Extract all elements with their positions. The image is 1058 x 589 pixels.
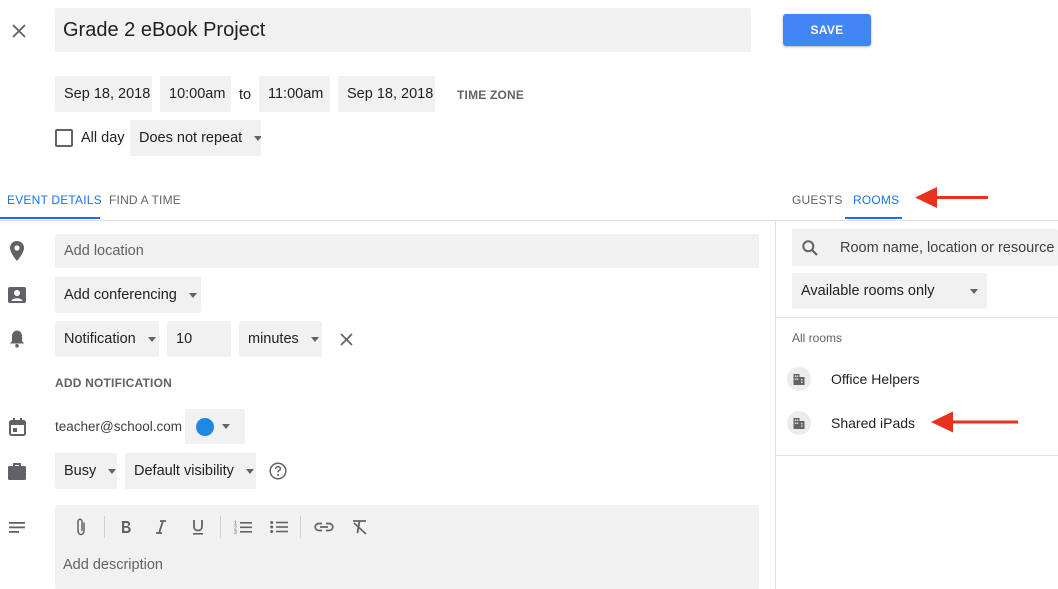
calendar-icon (6, 416, 28, 438)
save-label: SAVE (810, 23, 844, 37)
bell-icon (6, 328, 28, 350)
to-label: to (239, 87, 252, 103)
building-icon (787, 367, 811, 391)
description-placeholder: Add description (63, 557, 163, 573)
save-button[interactable]: SAVE (783, 14, 871, 46)
panel-divider (775, 220, 776, 589)
add-notification-button[interactable]: ADD NOTIFICATION (55, 376, 172, 390)
notification-amount-text: 10 (176, 331, 193, 347)
start-time-field[interactable]: 10:00am (160, 76, 231, 112)
chevron-down-icon (245, 468, 254, 474)
room-item-shared-ipads[interactable]: Shared iPads (787, 411, 915, 435)
color-swatch (196, 417, 214, 436)
help-icon[interactable] (267, 460, 289, 482)
time-zone-button[interactable]: TIME ZONE (457, 88, 524, 102)
calendar-owner: teacher@school.com (55, 419, 183, 434)
tabs-divider (0, 220, 1058, 221)
chevron-down-icon (108, 468, 117, 474)
title-text: Grade 2 eBook Project (63, 18, 266, 41)
tab-find-a-time[interactable]: FIND A TIME (109, 193, 181, 207)
clear-formatting-icon[interactable] (349, 516, 371, 538)
rooms-tab-indicator (845, 217, 902, 219)
chevron-down-icon (310, 336, 319, 342)
tab-active-indicator (0, 217, 100, 219)
briefcase-icon (6, 460, 28, 482)
toolbar-separator (220, 516, 221, 538)
remove-notification-icon[interactable] (335, 328, 357, 350)
tab-guests[interactable]: GUESTS (792, 193, 843, 207)
repeat-select[interactable]: Does not repeat (130, 120, 261, 156)
toolbar-separator (104, 516, 105, 538)
all-day-label: All day (81, 130, 125, 146)
tab-rooms[interactable]: ROOMS (853, 193, 899, 207)
start-date-text: Sep 18, 2018 (64, 86, 151, 102)
end-date-text: Sep 18, 2018 (347, 86, 434, 102)
underline-icon[interactable] (187, 516, 209, 538)
location-placeholder: Add location (64, 243, 144, 259)
bold-icon[interactable] (115, 516, 137, 538)
conferencing-select[interactable]: Add conferencing (55, 277, 201, 313)
toolbar-separator (300, 516, 301, 538)
conferencing-text: Add conferencing (64, 287, 177, 303)
availability-text: Busy (64, 463, 97, 479)
location-input[interactable]: Add location (55, 234, 759, 268)
room-search-placeholder: Room name, location or resource (840, 239, 1055, 256)
room-label: Shared iPads (831, 415, 916, 431)
rooms-section-label: All rooms (792, 331, 843, 345)
visibility-text: Default visibility (134, 463, 234, 479)
visibility-select[interactable]: Default visibility (125, 453, 256, 489)
notification-amount-input[interactable]: 10 (167, 321, 231, 357)
availability-select[interactable]: Busy (55, 453, 117, 489)
chevron-down-icon (147, 336, 156, 342)
room-search-input[interactable]: Room name, location or resource (792, 229, 1058, 266)
close-icon[interactable] (8, 20, 30, 42)
start-date-field[interactable]: Sep 18, 2018 (55, 76, 152, 112)
repeat-text: Does not repeat (139, 130, 243, 146)
end-date-field[interactable]: Sep 18, 2018 (338, 76, 435, 112)
annotation-arrow-icon (912, 185, 990, 216)
calendar-color-select[interactable] (185, 409, 245, 444)
bulleted-list-icon[interactable] (268, 516, 290, 538)
all-day-checkbox[interactable] (55, 129, 73, 147)
building-icon (787, 411, 811, 435)
title-input[interactable]: Grade 2 eBook Project (55, 8, 751, 52)
notification-unit-text: minutes (248, 331, 299, 347)
link-icon[interactable] (313, 516, 335, 538)
notification-type-text: Notification (64, 331, 136, 347)
room-item-office-helpers[interactable]: Office Helpers (787, 367, 919, 391)
numbered-list-icon[interactable]: 123 (232, 516, 254, 538)
location-pin-icon (6, 240, 28, 262)
notification-unit-select[interactable]: minutes (239, 321, 322, 357)
start-time-text: 10:00am (169, 86, 226, 102)
rooms-section-divider (776, 317, 1058, 318)
tab-event-details[interactable]: EVENT DETAILS (7, 193, 102, 207)
notification-type-select[interactable]: Notification (55, 321, 159, 357)
room-filter-text: Available rooms only (801, 283, 935, 299)
annotation-arrow-icon (928, 409, 1020, 440)
italic-icon[interactable] (150, 516, 172, 538)
end-time-text: 11:00am (268, 86, 324, 102)
rooms-list-divider (776, 455, 1058, 456)
chevron-down-icon (222, 424, 230, 429)
conferencing-icon (6, 284, 28, 306)
search-icon (802, 239, 818, 256)
chevron-down-icon (188, 292, 197, 298)
room-filter-select[interactable]: Available rooms only (792, 273, 987, 309)
end-time-field[interactable]: 11:00am (259, 76, 330, 112)
attachment-icon[interactable] (70, 516, 92, 538)
chevron-down-icon (254, 135, 261, 141)
room-label: Office Helpers (831, 371, 920, 387)
description-icon (6, 516, 28, 538)
svg-text:3: 3 (234, 530, 237, 534)
chevron-down-icon (970, 288, 978, 294)
